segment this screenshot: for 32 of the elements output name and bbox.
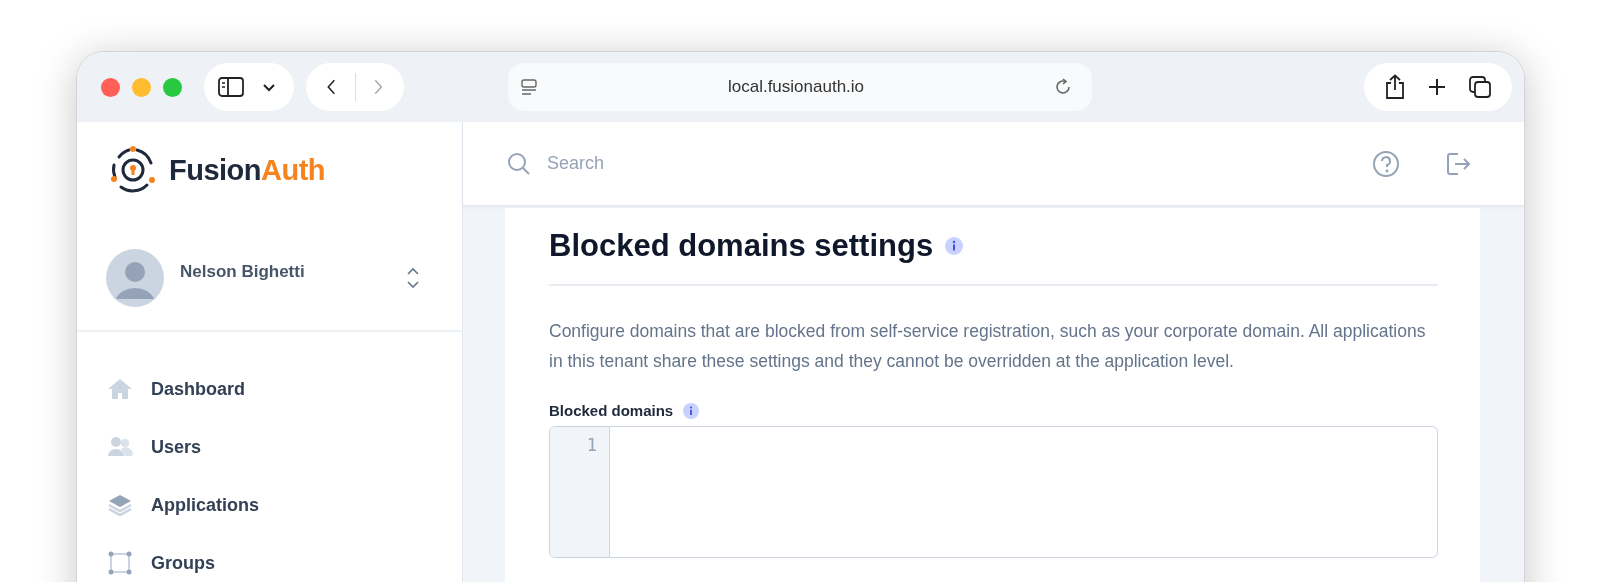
nav-item[interactable]: Dashboard xyxy=(107,360,462,418)
line-number: 1 xyxy=(586,435,597,455)
sidebar-toggle-button[interactable] xyxy=(204,63,294,111)
layers-icon xyxy=(107,493,133,517)
avatar-icon[interactable] xyxy=(106,249,164,307)
plus-icon[interactable] xyxy=(1427,77,1447,97)
url-text: local.fusionauth.io xyxy=(726,77,866,97)
expand-icon[interactable] xyxy=(406,266,420,290)
search-icon xyxy=(507,151,531,176)
tabs-icon[interactable] xyxy=(1468,75,1492,99)
sidebar-icon xyxy=(218,77,244,97)
info-icon[interactable] xyxy=(945,237,964,255)
user-name: Nelson Bighetti xyxy=(180,262,306,282)
logo-icon xyxy=(109,145,157,195)
close-window-button[interactable] xyxy=(101,77,120,97)
nav-item[interactable]: Groups xyxy=(107,534,462,582)
chevron-down-icon xyxy=(262,82,276,92)
logo-wordmark: FusionAuth xyxy=(169,153,326,187)
share-icon[interactable] xyxy=(1384,74,1406,100)
address-bar[interactable]: local.fusionauth.io xyxy=(508,63,1092,111)
help-icon[interactable] xyxy=(1372,149,1400,178)
nav-item[interactable]: Users xyxy=(107,418,462,476)
reader-icon xyxy=(520,78,538,96)
section-title: Blocked domains settings xyxy=(549,228,934,264)
users-icon xyxy=(107,435,133,459)
section-description: Configure domains that are blocked from self-service registration, such as your corporate domain. All applications in this tenant share these settings and they cannot be overridden at the application level. xyxy=(549,320,1427,373)
info-icon[interactable] xyxy=(683,402,700,419)
nav-item[interactable]: Applications xyxy=(107,476,462,534)
reload-icon[interactable] xyxy=(1054,78,1072,96)
square-nodes-icon xyxy=(107,551,133,575)
home-icon xyxy=(107,377,133,401)
field-label: Blocked domains xyxy=(549,402,674,419)
